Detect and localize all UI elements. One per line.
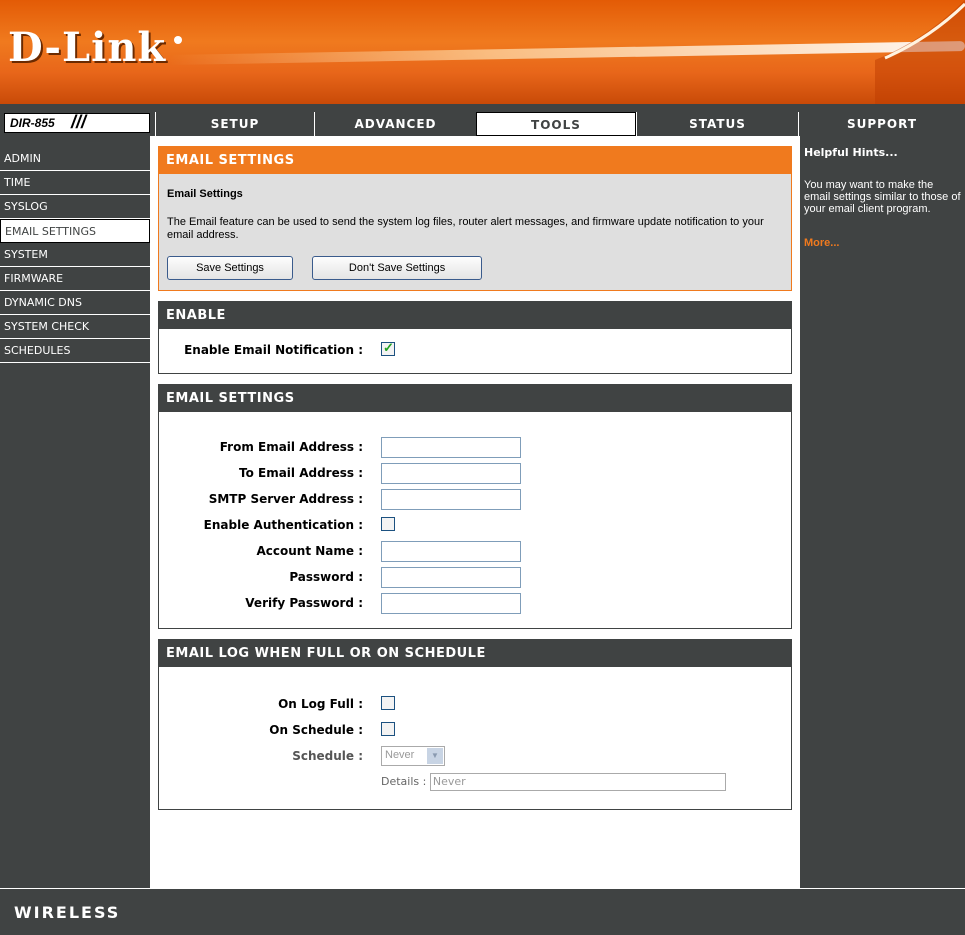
header-streak (170, 41, 965, 65)
account-name-input[interactable] (381, 541, 521, 562)
more-link[interactable]: More... (804, 237, 839, 249)
intro-heading: Email Settings (167, 188, 243, 200)
tab-status[interactable]: STATUS (636, 112, 798, 136)
to-email-input[interactable] (381, 463, 521, 484)
password-input[interactable] (381, 567, 521, 588)
enable-authentication-label: Enable Authentication : (203, 518, 363, 532)
enable-notification-checkbox[interactable] (381, 340, 395, 356)
verify-password-label: Verify Password : (245, 596, 363, 610)
tab-advanced[interactable]: ADVANCED (314, 112, 476, 136)
enable-title: ENABLE (159, 302, 791, 329)
helpful-hints-text: You may want to make the email settings … (804, 179, 961, 215)
from-email-label: From Email Address : (219, 440, 363, 454)
smtp-server-label: SMTP Server Address : (208, 492, 363, 506)
sidebar-item-firmware[interactable]: FIRMWARE (0, 267, 150, 291)
enable-box: ENABLE Enable Email Notification : (158, 301, 792, 374)
details-label: Details : (381, 775, 427, 788)
on-log-full-checkbox[interactable] (381, 696, 395, 710)
details-field: Never (429, 773, 726, 791)
schedule-label: Schedule : (292, 749, 363, 763)
on-schedule-label: On Schedule : (269, 723, 363, 737)
logo-dot (174, 36, 182, 44)
model-name: DIR-855 (10, 116, 55, 130)
tab-support[interactable]: SUPPORT (798, 112, 965, 136)
password-label: Password : (289, 570, 363, 584)
account-name-label: Account Name : (256, 544, 363, 558)
header-banner: D-Link (0, 0, 965, 104)
tab-setup[interactable]: SETUP (155, 112, 314, 136)
from-email-input[interactable] (381, 437, 521, 458)
on-schedule-checkbox[interactable] (381, 722, 395, 736)
intro-description: The Email feature can be used to send th… (167, 216, 764, 241)
schedule-select[interactable]: Never ▼ (381, 746, 445, 766)
model-badge: DIR-855 /// (4, 112, 150, 133)
schedule-select-value: Never (385, 749, 415, 761)
email-settings-title: EMAIL SETTINGS (159, 385, 791, 412)
sidebar-item-system-check[interactable]: SYSTEM CHECK (0, 315, 150, 339)
on-log-full-label: On Log Full : (278, 697, 363, 711)
to-email-label: To Email Address : (238, 466, 363, 480)
email-log-box: EMAIL LOG WHEN FULL OR ON SCHEDULE On Lo… (158, 639, 792, 810)
tab-tools[interactable]: TOOLS (476, 112, 636, 136)
header-swoosh (875, 0, 965, 104)
dont-save-settings-button[interactable]: Don't Save Settings (312, 256, 483, 280)
enable-authentication-checkbox[interactable] (381, 517, 395, 531)
sidebar-item-time[interactable]: TIME (0, 171, 150, 195)
email-settings-box: EMAIL SETTINGS From Email Address : To E… (158, 384, 792, 629)
model-slashes: /// (71, 112, 87, 132)
enable-notification-label: Enable Email Notification : (184, 343, 363, 357)
chevron-down-icon: ▼ (427, 748, 443, 764)
helpful-hints-title: Helpful Hints... (804, 146, 898, 159)
footer-wireless-label: WIRELESS (14, 903, 121, 922)
main-content: EMAIL SETTINGS Email Settings The Email … (150, 136, 800, 888)
email-log-title: EMAIL LOG WHEN FULL OR ON SCHEDULE (159, 640, 791, 667)
sidebar: ADMIN TIME SYSLOG EMAIL SETTINGS SYSTEM … (0, 147, 150, 363)
intro-box: EMAIL SETTINGS Email Settings The Email … (158, 146, 792, 291)
sidebar-item-dynamic-dns[interactable]: DYNAMIC DNS (0, 291, 150, 315)
intro-title: EMAIL SETTINGS (159, 147, 791, 174)
footer: WIRELESS (0, 888, 965, 935)
dlink-logo: D-Link (8, 24, 167, 71)
verify-password-input[interactable] (381, 593, 521, 614)
tab-bar: DIR-855 /// SETUP ADVANCED TOOLS STATUS … (0, 108, 965, 136)
sidebar-item-admin[interactable]: ADMIN (0, 147, 150, 171)
sidebar-item-schedules[interactable]: SCHEDULES (0, 339, 150, 363)
sidebar-item-syslog[interactable]: SYSLOG (0, 195, 150, 219)
schedule-details: Details : Never (381, 773, 726, 791)
smtp-server-input[interactable] (381, 489, 521, 510)
helpful-hints-panel: Helpful Hints... You may want to make th… (800, 136, 965, 888)
sidebar-item-email-settings[interactable]: EMAIL SETTINGS (0, 219, 150, 243)
save-settings-button[interactable]: Save Settings (167, 256, 293, 280)
sidebar-item-system[interactable]: SYSTEM (0, 243, 150, 267)
